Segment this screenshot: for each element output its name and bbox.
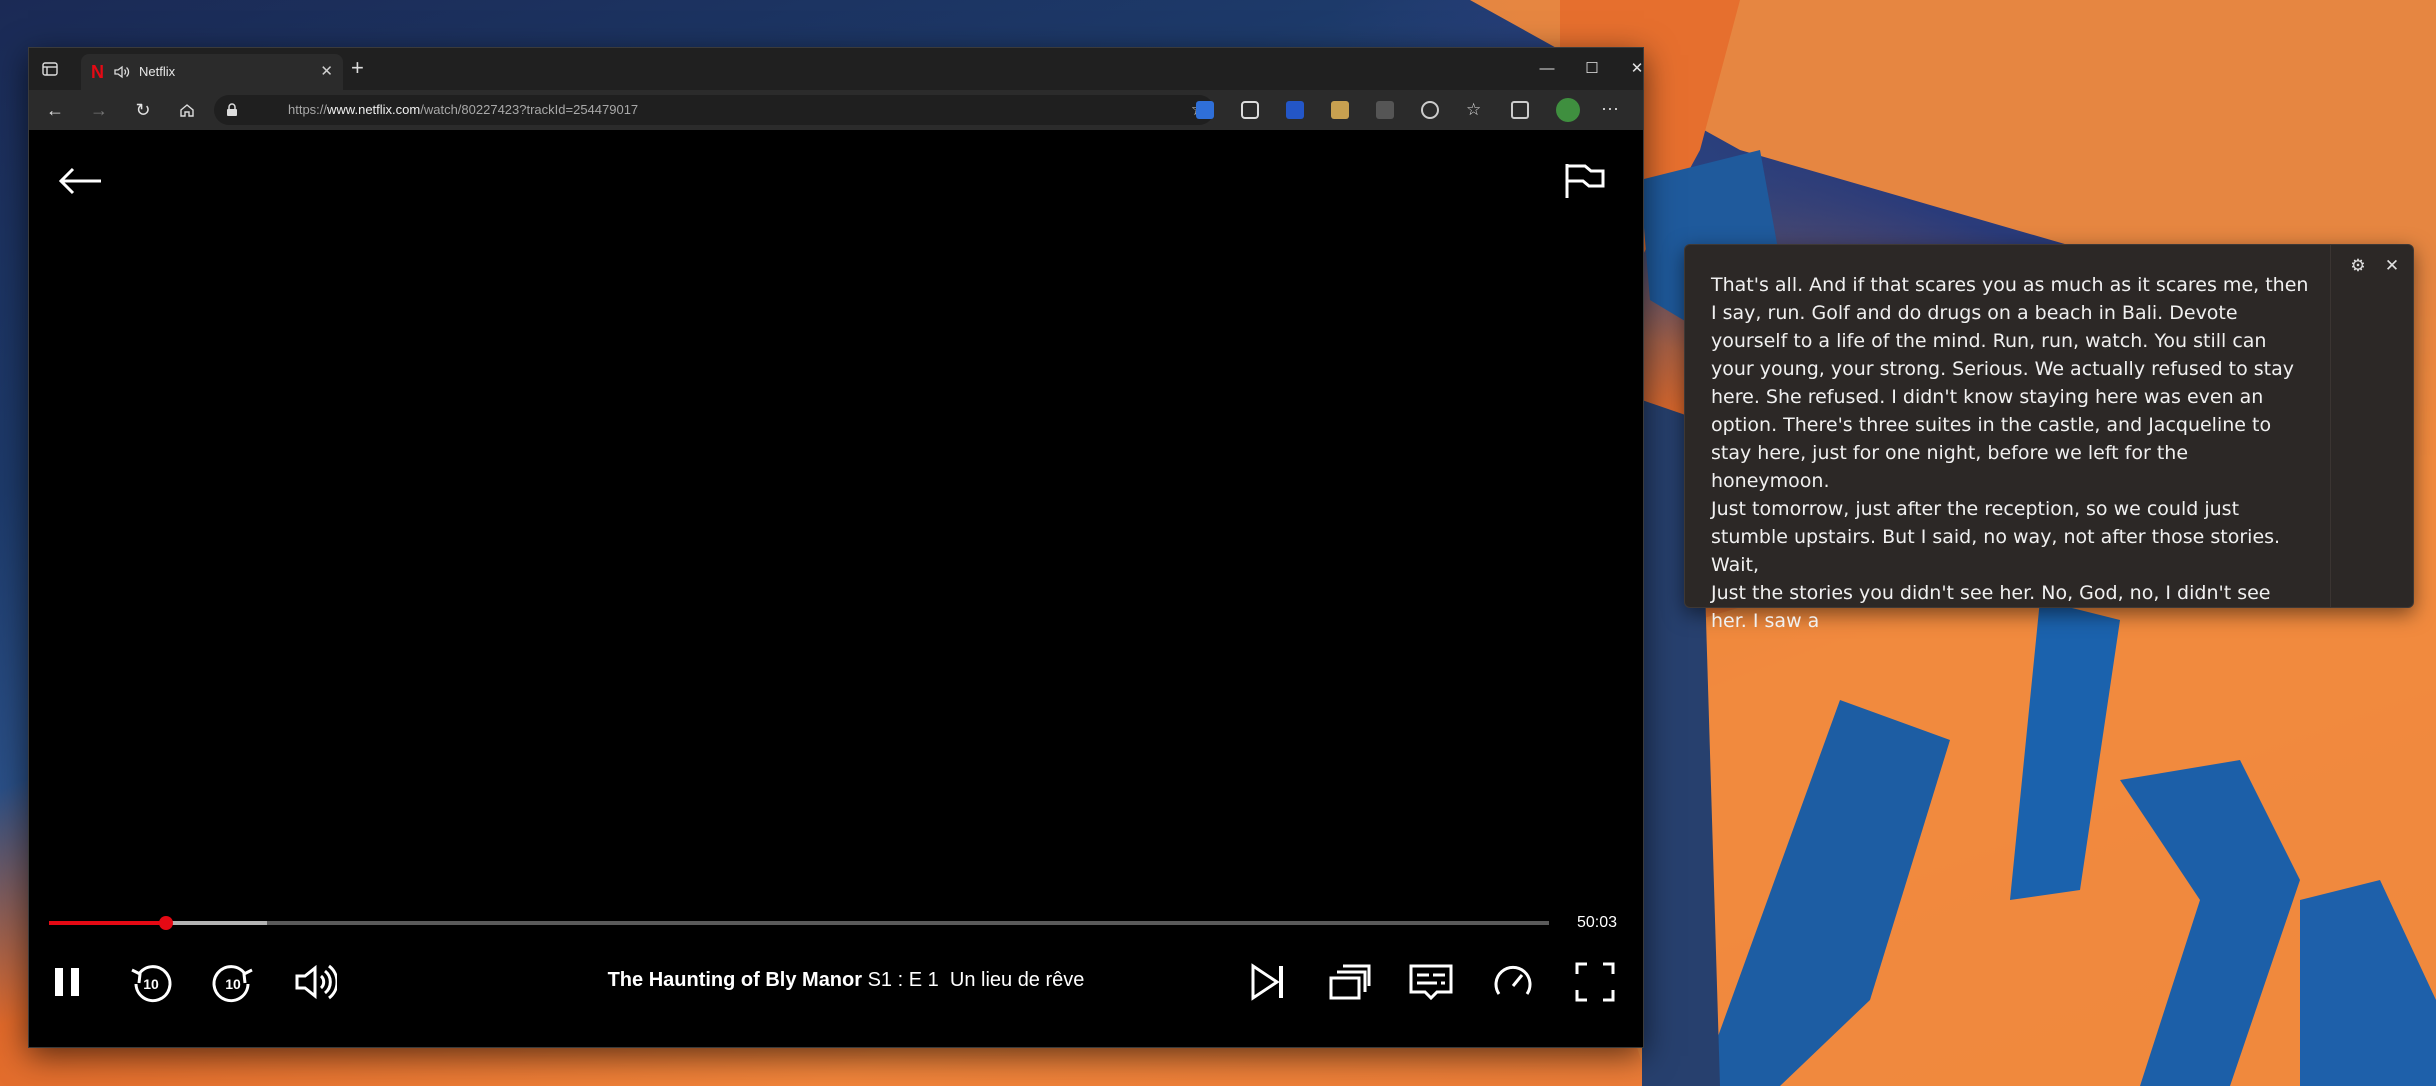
browser-window: N Netflix ✕ + — ☐ ✕ ← → ↻ https://www.ne… [28,47,1644,1048]
new-tab-icon[interactable]: + [351,57,364,79]
progress-bar[interactable] [49,916,1549,930]
video-player[interactable]: 50:03 10 10 The Haunting of Bly Manor S1… [29,130,1643,1047]
tab-actions-icon[interactable] [41,60,59,78]
show-title: The Haunting of Bly Manor [607,969,863,991]
progress-played [49,921,166,925]
progress-scrubber[interactable] [159,916,173,930]
episodes-button[interactable] [1327,960,1371,1004]
speedometer-icon [1494,965,1532,995]
more-options-icon[interactable]: ··· [1601,99,1619,119]
bitwarden-icon[interactable] [1286,101,1304,119]
close-window-icon[interactable]: ✕ [1617,56,1657,82]
pocket-icon[interactable] [1241,101,1259,119]
url-text: https://www.netflix.com/watch/80227423?t… [288,102,639,117]
lock-icon[interactable] [226,103,238,117]
transcript-paragraph: Just the stories you didn't see her. No,… [1711,582,2271,632]
tab-title: Netflix [139,64,176,79]
extension-disabled-icon[interactable] [1376,101,1394,119]
extension-pen-icon[interactable] [1196,101,1214,119]
subtitles-icon [1409,964,1453,1001]
close-tab-icon[interactable]: ✕ [320,64,333,79]
playback-speed-button[interactable] [1491,960,1535,1004]
forward-icon[interactable]: → [87,98,111,122]
minimize-icon[interactable]: — [1527,56,1567,82]
back-icon[interactable]: ← [43,98,67,122]
fullscreen-button[interactable] [1573,960,1617,1004]
favorites-icon[interactable]: ☆ [1466,101,1484,119]
profile-avatar[interactable] [1556,98,1580,122]
transcript-paragraph: Just tomorrow, just after the reception,… [1711,498,2281,576]
back-arrow-icon[interactable] [57,166,103,196]
audio-playing-icon[interactable] [113,63,131,81]
transcript-panel: ⚙ ✕ That's all. And if that scares you a… [1684,244,2414,632]
browser-toolbar: ← → ↻ https://www.netflix.com/watch/8022… [29,90,1643,130]
panel-sidebar [2330,245,2413,607]
next-episode-button[interactable] [1245,960,1289,1004]
episodes-icon [1329,964,1371,1000]
tab-bar: N Netflix ✕ + — ☐ ✕ [29,48,1643,90]
refresh-icon[interactable]: ↻ [131,98,155,122]
settings-gear-icon[interactable]: ⚙ [2349,257,2367,275]
transcript-paragraph: That's all. And if that scares you as mu… [1711,274,2309,492]
home-icon[interactable] [175,98,199,122]
extension-icon[interactable] [1331,101,1349,119]
collections-icon[interactable] [1511,101,1529,119]
video-title: The Haunting of Bly Manor S1 : E 1 Un li… [29,969,1643,992]
address-bar[interactable]: https://www.netflix.com/watch/80227423?t… [214,95,1214,125]
transcript-text: That's all. And if that scares you as mu… [1711,271,2311,635]
episode-title: Un lieu de rêve [949,969,1085,991]
report-flag-icon[interactable] [1561,160,1607,200]
time-remaining: 50:03 [1576,914,1617,931]
episode-number: S1 : E 1 [867,969,939,991]
maximize-icon[interactable]: ☐ [1572,56,1612,82]
close-icon[interactable]: ✕ [2383,257,2401,275]
fullscreen-icon [1575,962,1615,1002]
next-episode-icon [1251,963,1283,1001]
tab-netflix[interactable]: N Netflix ✕ [81,54,343,90]
puzzle-extensions-icon[interactable] [1421,101,1439,119]
netflix-favicon-icon: N [91,62,104,82]
subtitles-button[interactable] [1409,960,1453,1004]
